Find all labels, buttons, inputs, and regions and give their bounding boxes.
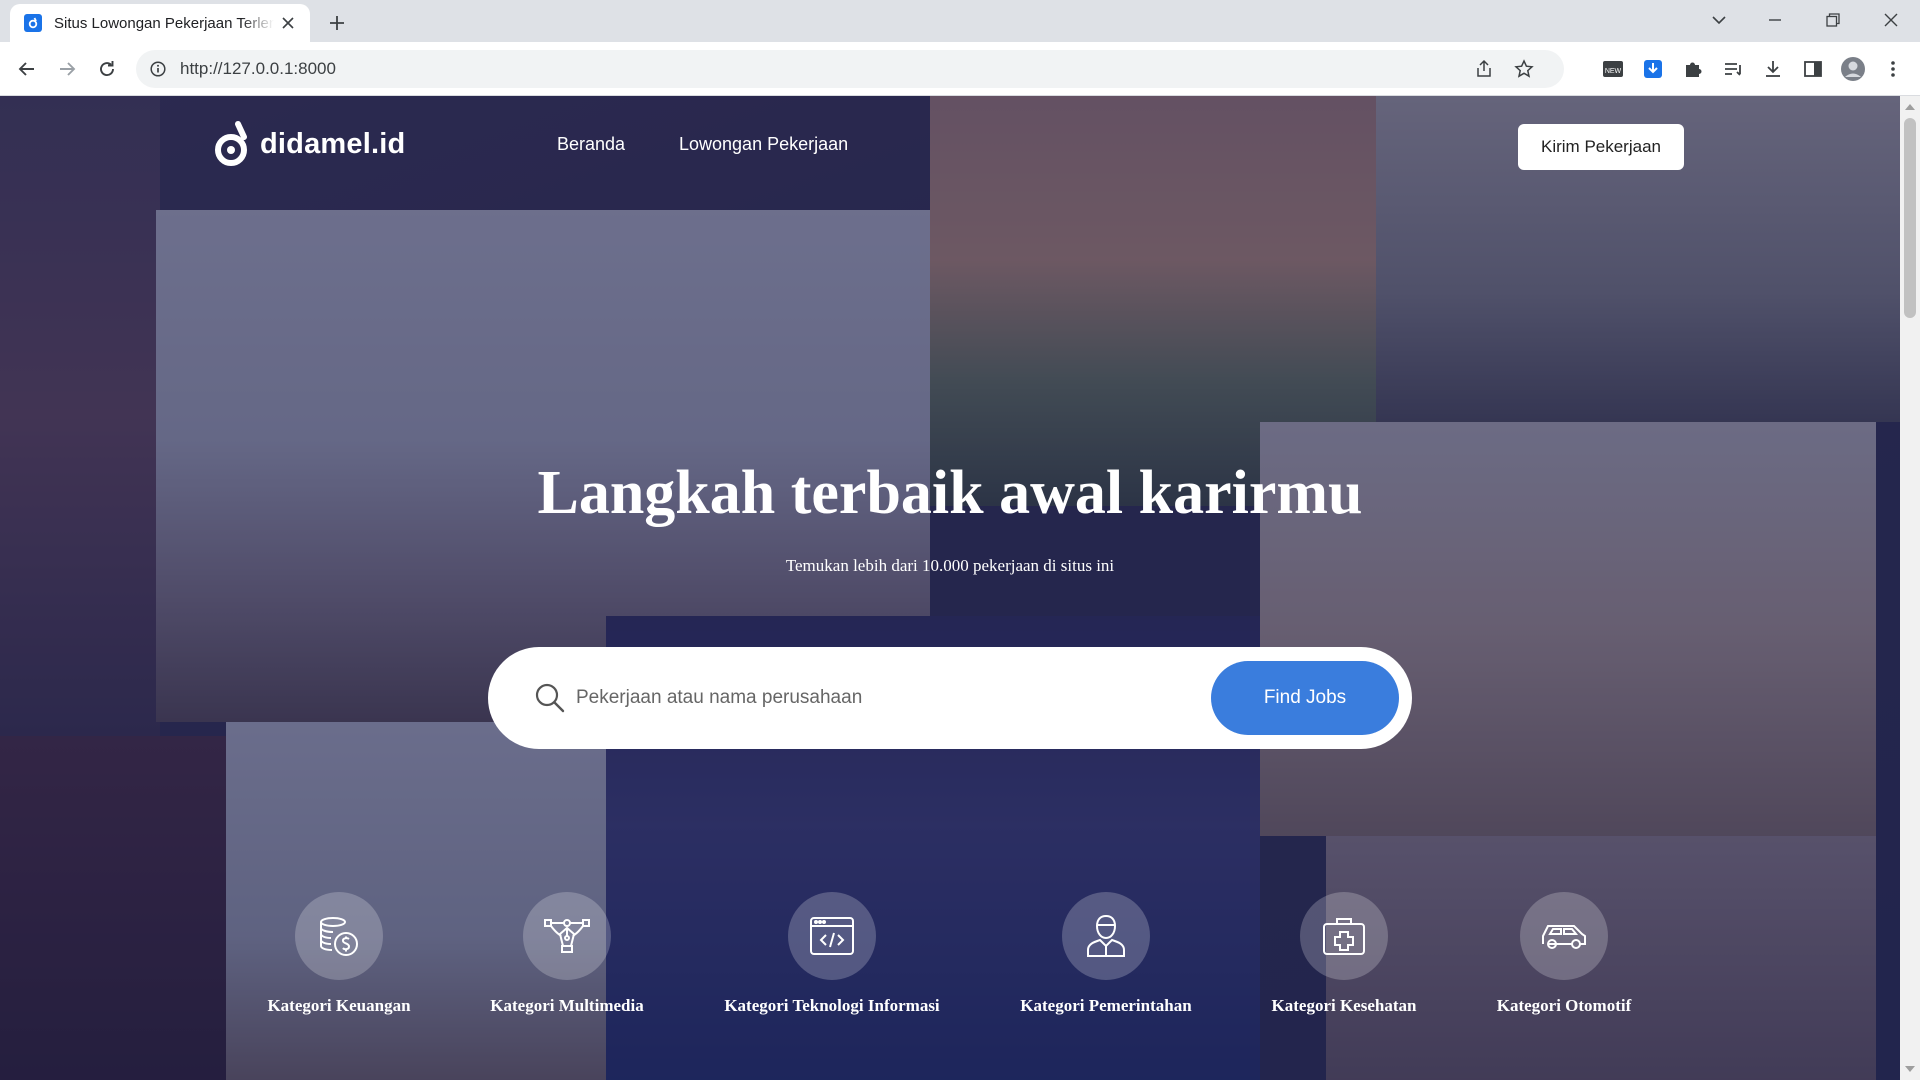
browser-menu-icon[interactable] (1878, 54, 1908, 84)
category-label: Kategori Otomotif (1496, 996, 1632, 1015)
category-label: Kategori Keuangan (267, 996, 411, 1015)
code-window-icon (810, 917, 854, 955)
search-icon (535, 683, 565, 713)
search-input[interactable] (576, 673, 1176, 723)
hero-title: Langkah terbaik awal karirmu (537, 459, 1363, 527)
tab-close-icon[interactable] (278, 13, 298, 33)
category-otomotif[interactable]: Kategori Otomotif (1434, 892, 1694, 1016)
browser-toolbar: http://127.0.0.1:8000 NEW (0, 42, 1920, 96)
coins-dollar-icon (320, 917, 358, 956)
tab-title: Situs Lowongan Pekerjaan Terlengkap (54, 14, 274, 32)
extension-download-icon[interactable] (1638, 54, 1668, 84)
scroll-up-arrow-icon[interactable] (1900, 98, 1920, 116)
category-icon-circle (295, 892, 383, 980)
medical-kit-icon (1323, 918, 1365, 955)
restore-button[interactable] (1810, 0, 1856, 40)
category-keuangan[interactable]: Kategori Keuangan (209, 892, 469, 1016)
category-label: Kategori Teknologi Informasi (724, 996, 940, 1015)
site-info-icon[interactable] (148, 59, 168, 79)
category-icon-circle (1062, 892, 1150, 980)
svg-text:NEW: NEW (1605, 68, 1622, 75)
job-search-bar: Find Jobs (488, 647, 1412, 749)
logo-text: didamel.id (260, 127, 406, 160)
forward-button[interactable] (52, 54, 82, 84)
reading-list-icon[interactable] (1718, 54, 1748, 84)
nav-link-beranda[interactable]: Beranda (557, 134, 625, 155)
hero-subtitle: Temukan lebih dari 10.000 pekerjaan di s… (785, 556, 1115, 575)
favicon-icon (24, 14, 42, 32)
back-button[interactable] (12, 54, 42, 84)
category-icon-circle (1520, 892, 1608, 980)
category-icon-circle (1300, 892, 1388, 980)
new-tab-button[interactable] (324, 10, 350, 36)
car-icon (1542, 925, 1586, 949)
bookmark-star-icon[interactable] (1514, 59, 1534, 84)
scrollbar-thumb[interactable] (1904, 118, 1916, 318)
page-scrollbar[interactable] (1900, 96, 1920, 1080)
category-icon-circle (788, 892, 876, 980)
logo-mark-icon (215, 121, 247, 166)
reload-button[interactable] (92, 54, 122, 84)
profile-avatar[interactable] (1838, 54, 1868, 84)
officer-icon (1087, 914, 1125, 957)
category-icon-circle (523, 892, 611, 980)
pen-tool-icon (544, 919, 590, 953)
scroll-down-arrow-icon[interactable] (1900, 1060, 1920, 1078)
page-viewport: didamel.id Beranda Lowongan Pekerjaan Ki… (0, 96, 1900, 1080)
extension-news-icon[interactable]: NEW (1598, 54, 1628, 84)
category-label: Kategori Pemerintahan (1020, 996, 1192, 1015)
post-job-button[interactable]: Kirim Pekerjaan (1518, 124, 1684, 170)
nav-link-lowongan[interactable]: Lowongan Pekerjaan (679, 134, 848, 155)
browser-tab[interactable]: Situs Lowongan Pekerjaan Terlengkap (10, 4, 310, 42)
tab-search-icon[interactable] (1696, 0, 1742, 40)
extensions-puzzle-icon[interactable] (1678, 54, 1708, 84)
share-icon[interactable] (1474, 59, 1494, 84)
url-text: http://127.0.0.1:8000 (180, 59, 336, 78)
close-window-button[interactable] (1868, 0, 1914, 40)
category-list: Kategori Keuangan Kategori Multimedia Ka… (0, 892, 1900, 1052)
minimize-button[interactable] (1752, 0, 1798, 40)
address-bar[interactable]: http://127.0.0.1:8000 (136, 50, 1564, 88)
category-teknologi-informasi[interactable]: Kategori Teknologi Informasi (702, 892, 962, 1016)
browser-tab-bar: Situs Lowongan Pekerjaan Terlengkap (0, 0, 1920, 42)
category-label: Kategori Kesehatan (1271, 996, 1417, 1015)
side-panel-icon[interactable] (1798, 54, 1828, 84)
category-multimedia[interactable]: Kategori Multimedia (437, 892, 697, 1016)
category-pemerintahan[interactable]: Kategori Pemerintahan (976, 892, 1236, 1016)
site-logo[interactable]: didamel.id (214, 120, 405, 168)
category-label: Kategori Multimedia (490, 996, 644, 1015)
find-jobs-button[interactable]: Find Jobs (1211, 661, 1399, 735)
downloads-icon[interactable] (1758, 54, 1788, 84)
site-navbar: didamel.id Beranda Lowongan Pekerjaan Ki… (0, 96, 1900, 196)
